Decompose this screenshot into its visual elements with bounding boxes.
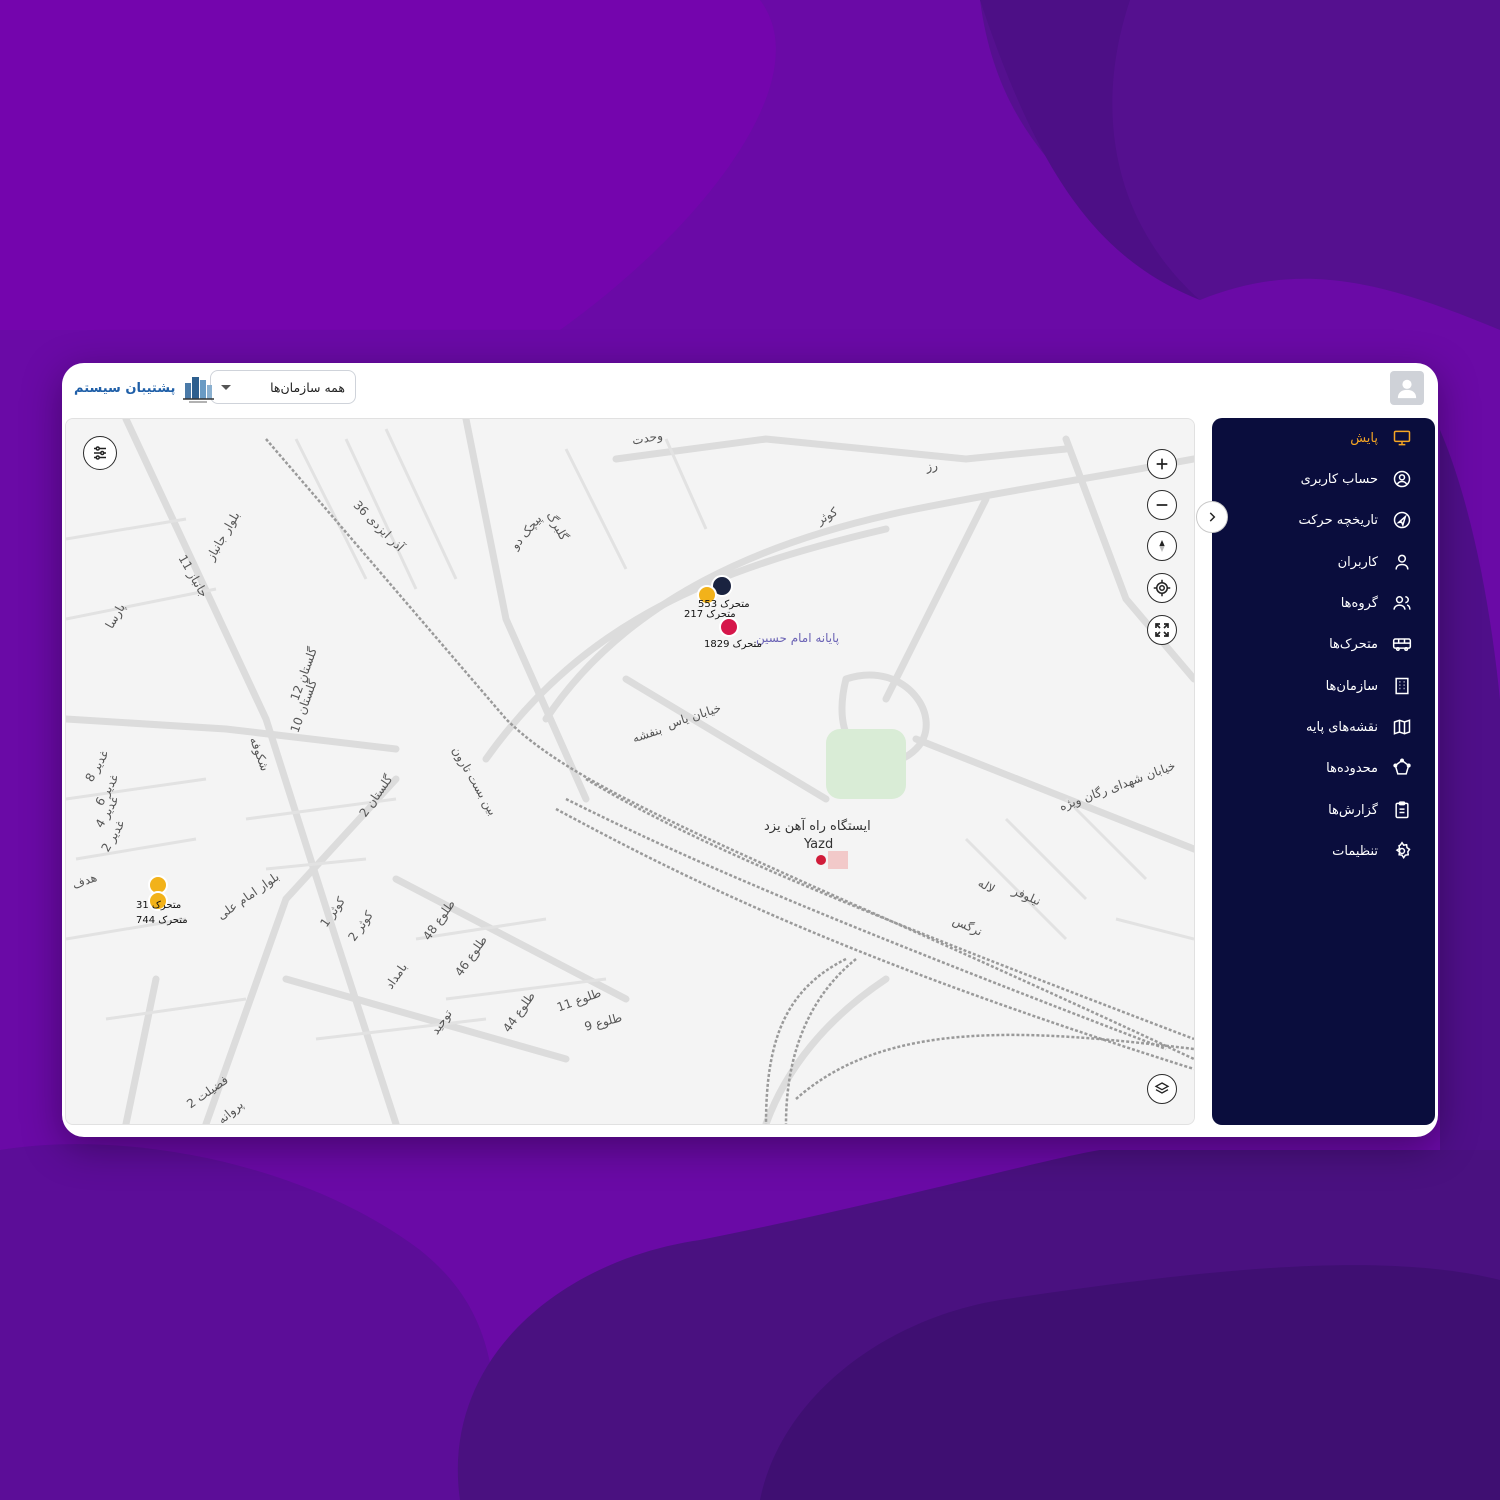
settings-icon bbox=[1395, 841, 1411, 860]
sidebar-item-groups[interactable]: گروه‌ها bbox=[1341, 588, 1412, 618]
organization-select-value: همه سازمان‌ها bbox=[270, 379, 345, 395]
users-icon bbox=[1393, 596, 1411, 610]
user-avatar[interactable] bbox=[1390, 371, 1424, 405]
clipboard-icon bbox=[1395, 801, 1409, 819]
sidebar-item-label: تاریخچه حرکت bbox=[1298, 512, 1378, 528]
sidebar-item-label: محدوده‌ها bbox=[1326, 760, 1378, 776]
fullscreen-icon bbox=[1155, 623, 1169, 637]
map-view[interactable]: ایستگاه راه آهن یزد Yazd پایانه امام حسی… bbox=[65, 418, 1195, 1125]
sidebar-item-label: پایش bbox=[1350, 430, 1378, 446]
station-label-en: Yazd bbox=[804, 837, 834, 852]
brand-name: پشتیبان سیستم bbox=[74, 380, 176, 396]
user-circle-icon bbox=[1393, 470, 1411, 488]
compass-icon bbox=[1159, 540, 1165, 552]
monitor-icon bbox=[1393, 430, 1411, 446]
sidebar-item-history[interactable]: تاریخچه حرکت bbox=[1298, 505, 1412, 535]
sidebar-item-monitoring[interactable]: پایش bbox=[1350, 423, 1412, 453]
street-label: رز bbox=[924, 458, 939, 474]
zoom-in-button[interactable] bbox=[1147, 449, 1177, 479]
organization-select[interactable]: همه سازمان‌ها bbox=[210, 370, 356, 404]
app-window: همه سازمان‌ها پشتیبان سیستم bbox=[62, 363, 1438, 1137]
layers-button[interactable] bbox=[1147, 1074, 1177, 1104]
brand-logo bbox=[183, 377, 215, 403]
locate-button[interactable] bbox=[1147, 573, 1177, 603]
sidebar-item-label: نقشه‌های پایه bbox=[1305, 719, 1378, 735]
zoom-out-button[interactable] bbox=[1147, 490, 1177, 520]
sidebar-item-label: گروه‌ها bbox=[1340, 595, 1378, 611]
sidebar-item-users[interactable]: کاربران bbox=[1338, 547, 1412, 577]
filter-button[interactable] bbox=[83, 436, 117, 470]
vehicle-marker[interactable] bbox=[719, 617, 739, 637]
sidebar-item-label: متحرک‌ها bbox=[1329, 636, 1378, 652]
user-avatar-icon bbox=[1397, 379, 1417, 399]
sidebar-item-base-maps[interactable]: نقشه‌های پایه bbox=[1306, 712, 1412, 742]
station-marker[interactable] bbox=[816, 855, 826, 865]
sidebar-item-vehicles[interactable]: متحرک‌ها bbox=[1329, 629, 1412, 659]
polygon-icon bbox=[1393, 758, 1411, 775]
sliders-icon bbox=[94, 446, 106, 460]
sidebar-item-zones[interactable]: محدوده‌ها bbox=[1326, 753, 1412, 783]
compass-button[interactable] bbox=[1147, 531, 1177, 561]
sidebar-item-label: حساب کاربری bbox=[1300, 471, 1378, 487]
station-label: ایستگاه راه آهن یزد bbox=[764, 819, 871, 834]
building-icon bbox=[1395, 677, 1409, 695]
sidebar-item-organizations[interactable]: سازمان‌ها bbox=[1326, 671, 1412, 701]
minus-icon bbox=[1156, 504, 1168, 506]
vehicle-label: متحرک 744 bbox=[136, 915, 188, 926]
chevron-down-icon bbox=[221, 384, 231, 390]
map-icon bbox=[1393, 719, 1411, 735]
vehicle-label: متحرک 1829 bbox=[704, 639, 762, 650]
layers-icon bbox=[1154, 1082, 1170, 1094]
crosshair-icon bbox=[1153, 579, 1171, 597]
sidebar-item-reports[interactable]: گزارش‌ها bbox=[1328, 795, 1412, 825]
sidebar-item-label: سازمان‌ها bbox=[1325, 678, 1378, 694]
brand: پشتیبان سیستم bbox=[74, 371, 215, 405]
navigation-icon bbox=[1393, 511, 1411, 529]
user-icon bbox=[1395, 554, 1409, 570]
sidebar-item-label: گزارش‌ها bbox=[1328, 802, 1378, 818]
sidebar-item-account[interactable]: حساب کاربری bbox=[1301, 464, 1412, 494]
terminal-label: پایانه امام حسین bbox=[756, 631, 840, 645]
fullscreen-button[interactable] bbox=[1147, 615, 1177, 645]
sidebar-item-label: کاربران bbox=[1337, 554, 1378, 570]
vehicle-label: متحرک 31 bbox=[136, 900, 182, 911]
sidebar-item-label: تنظیمات bbox=[1332, 843, 1378, 859]
chevron-right-icon bbox=[1209, 512, 1216, 522]
bus-icon bbox=[1392, 638, 1412, 651]
plus-icon bbox=[1156, 458, 1168, 470]
sidebar-collapse-button[interactable] bbox=[1196, 501, 1228, 533]
sidebar-item-settings[interactable]: تنظیمات bbox=[1332, 836, 1412, 866]
